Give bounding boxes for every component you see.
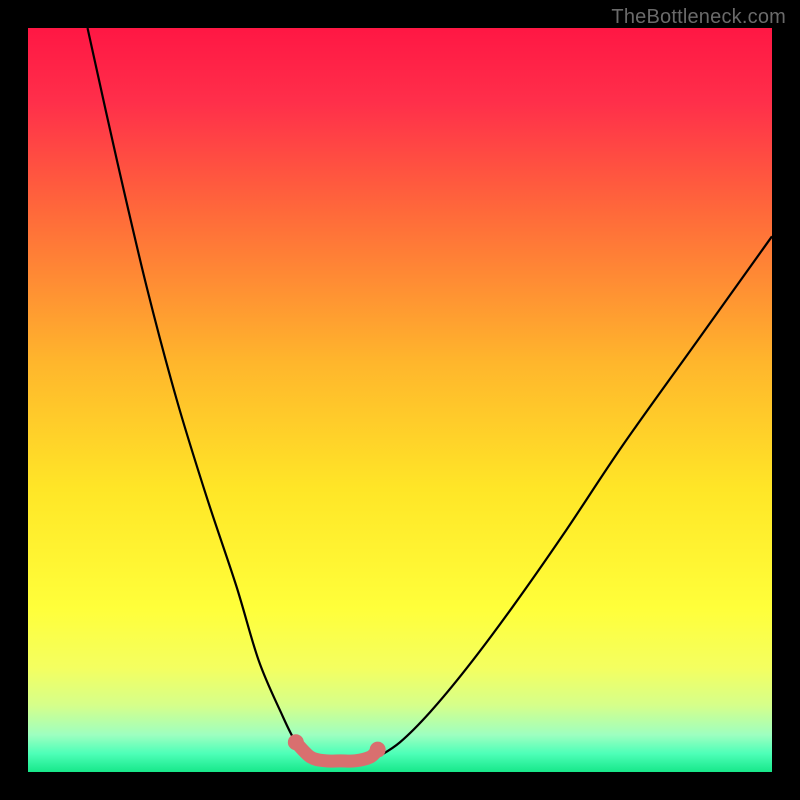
left-branch-curve [88, 28, 311, 757]
right-branch-curve [378, 236, 772, 757]
chart-stage: TheBottleneck.com [0, 0, 800, 800]
chart-curves [28, 28, 772, 772]
attribution-label: TheBottleneck.com [611, 6, 786, 29]
valley-end-dot [370, 742, 386, 758]
plot-area [28, 28, 772, 772]
valley-highlight-curve [296, 742, 378, 761]
valley-end-dot [288, 734, 304, 750]
